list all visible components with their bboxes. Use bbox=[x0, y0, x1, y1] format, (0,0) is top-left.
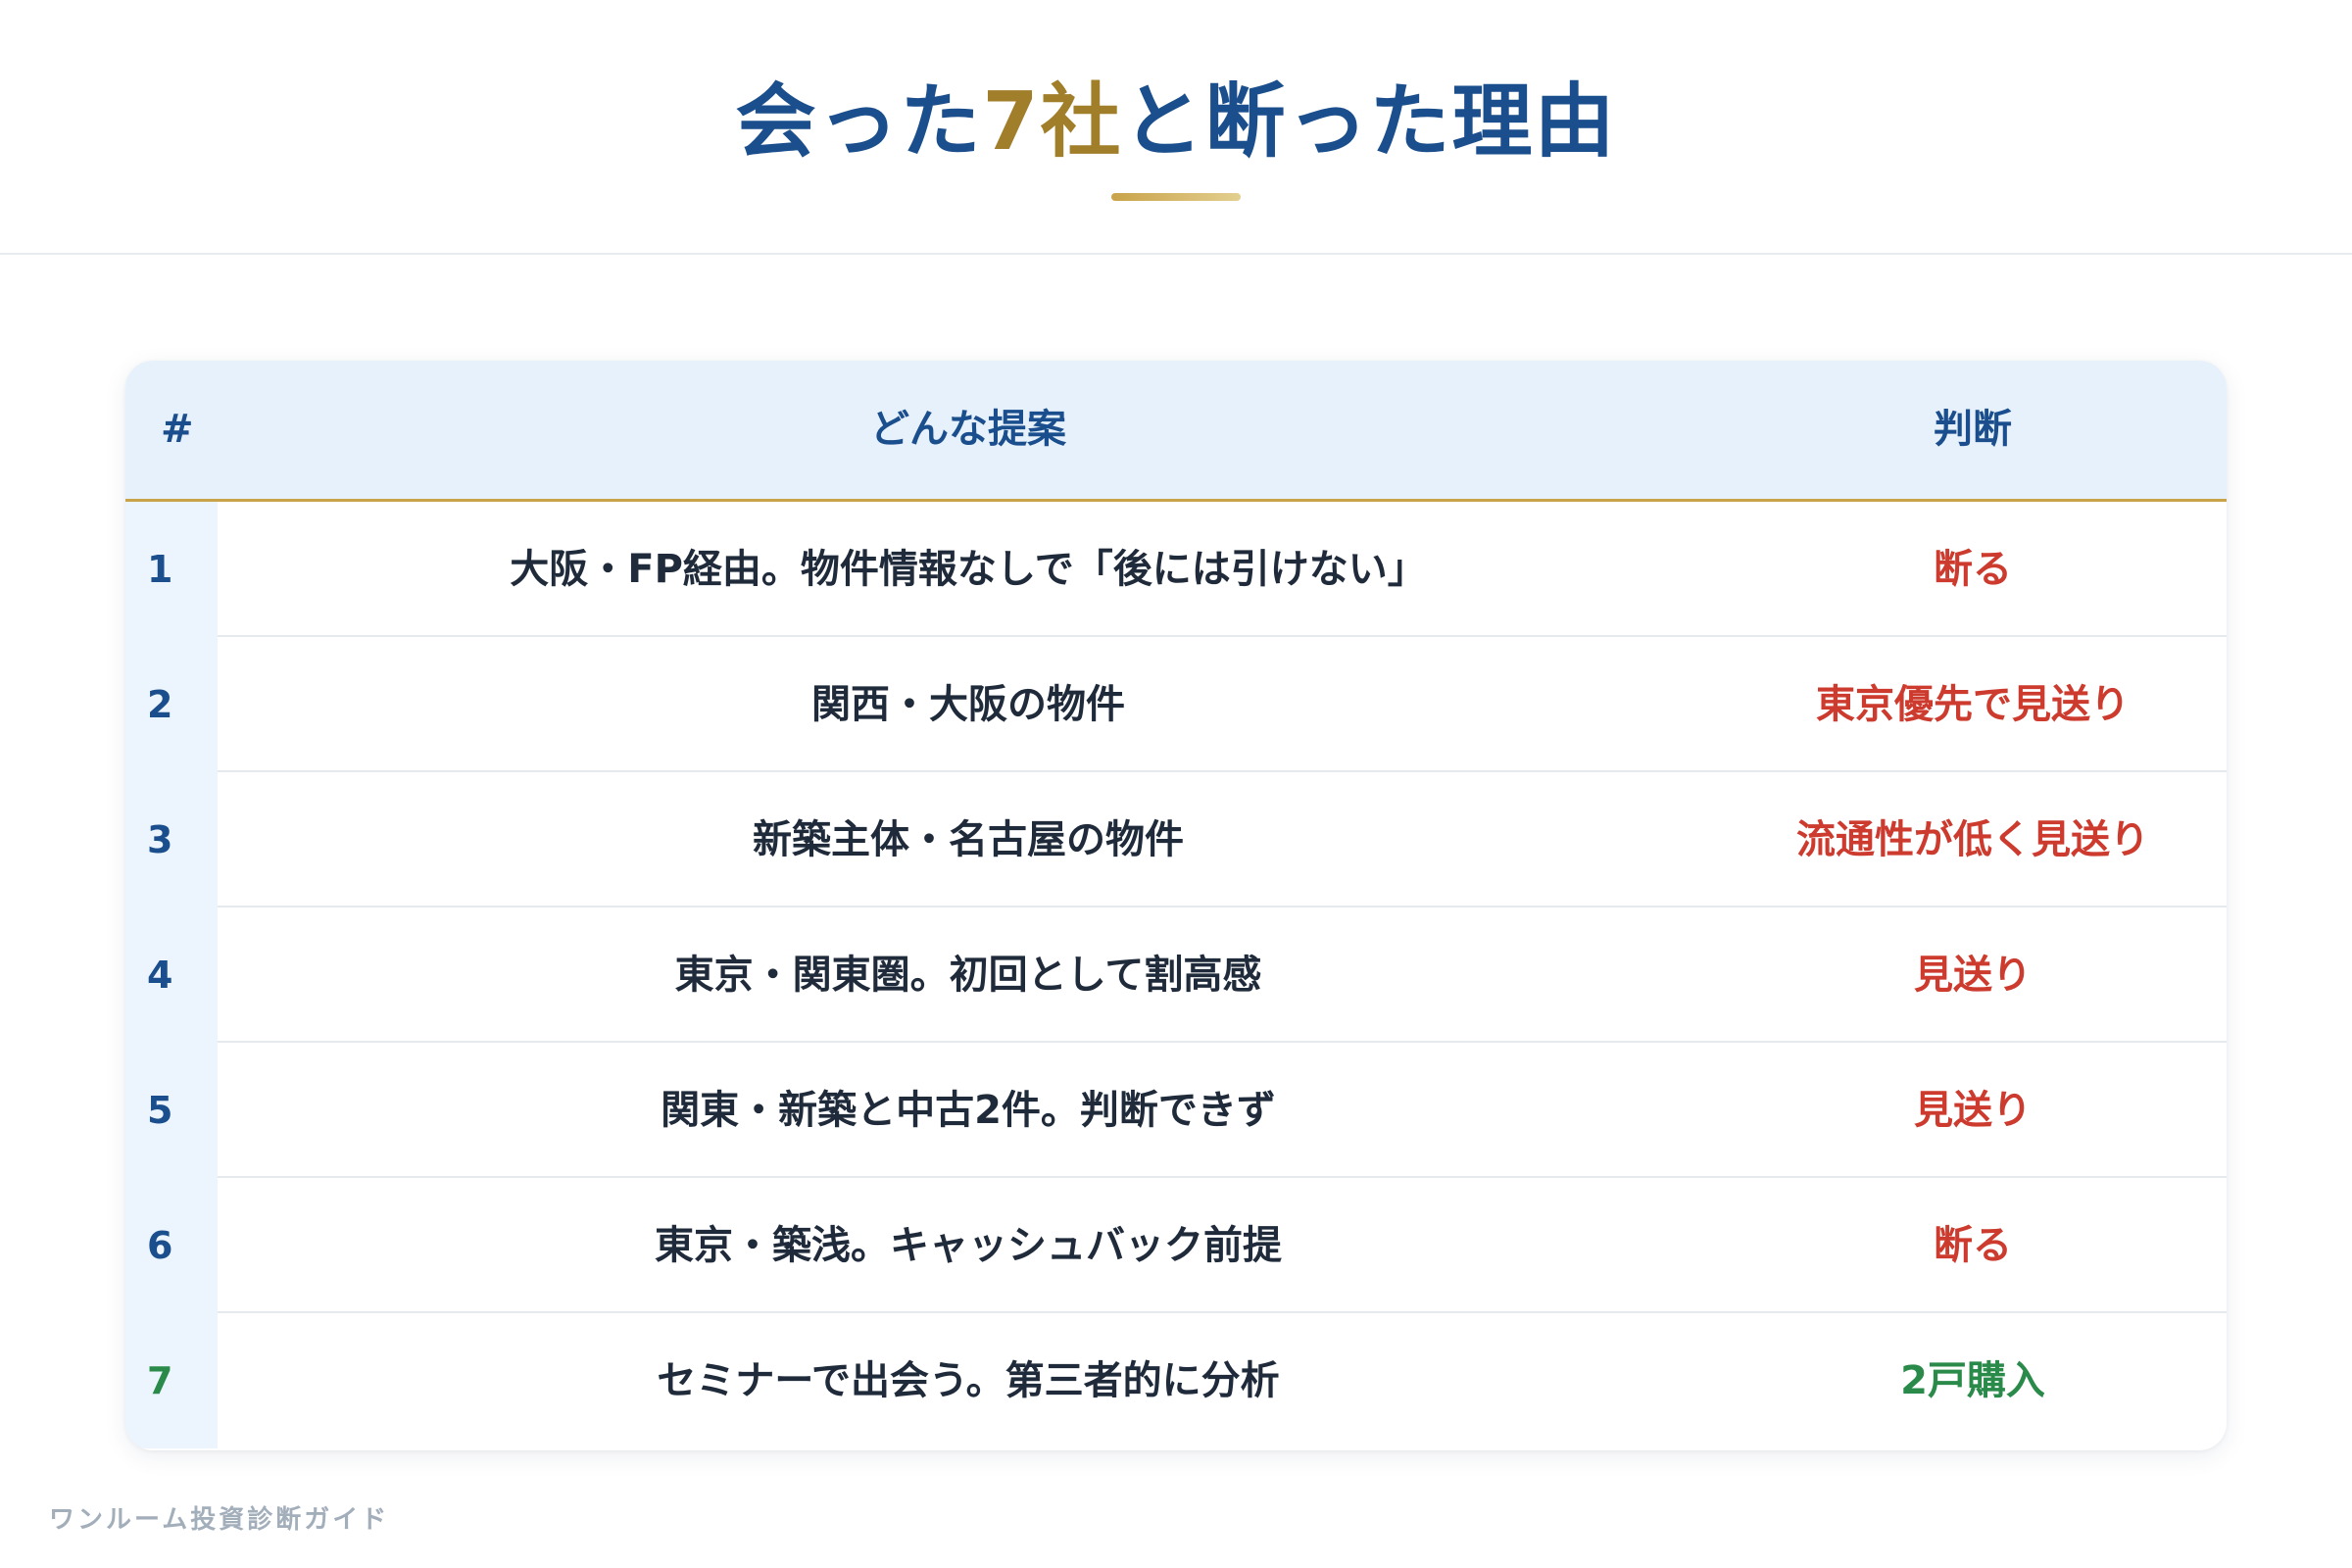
page-header: 会った7社と断った理由 bbox=[0, 0, 2352, 255]
page-title: 会った7社と断った理由 bbox=[0, 69, 2352, 176]
table-row: 6 東京・築浅。キャッシュバック前提 断る bbox=[125, 1178, 2227, 1313]
table-body: 1 大阪・FP経由。物件情報なしで「後には引けない」 断る 2 関西・大阪の物件… bbox=[125, 502, 2227, 1448]
column-header-judgment: 判断 bbox=[1934, 407, 2012, 452]
title-accent: 7社 bbox=[982, 75, 1123, 169]
row-number: 5 bbox=[125, 1043, 218, 1178]
row-judgment: 断る bbox=[1934, 1223, 2012, 1268]
row-judgment: 見送り bbox=[1914, 953, 2032, 998]
row-number: 1 bbox=[125, 502, 218, 637]
title-underline-decoration bbox=[1111, 193, 1241, 201]
table-header: # どんな提案 判断 bbox=[125, 361, 2227, 502]
table-row: 4 東京・関東圏。初回として割高感 見送り bbox=[125, 907, 2227, 1043]
footer-brand: ワンルーム投資診断ガイド bbox=[49, 1505, 390, 1535]
row-judgment: 流通性が低く見送り bbox=[1796, 817, 2149, 862]
row-proposal: セミナーで出会う。第三者的に分析 bbox=[657, 1358, 1280, 1403]
comparison-table: # どんな提案 判断 1 大阪・FP経由。物件情報なしで「後には引けない」 断る… bbox=[125, 361, 2227, 1450]
column-header-proposal: どんな提案 bbox=[870, 407, 1066, 452]
table-row: 3 新築主体・名古屋の物件 流通性が低く見送り bbox=[125, 772, 2227, 907]
row-judgment: 断る bbox=[1934, 547, 2012, 592]
row-judgment: 東京優先で見送り bbox=[1816, 682, 2130, 727]
table-row: 7 セミナーで出会う。第三者的に分析 2戸購入 bbox=[125, 1313, 2227, 1448]
row-proposal: 大阪・FP経由。物件情報なしで「後には引けない」 bbox=[510, 547, 1427, 592]
row-proposal: 関東・新築と中古2件。判断できず bbox=[661, 1088, 1276, 1133]
table-row: 1 大阪・FP経由。物件情報なしで「後には引けない」 断る bbox=[125, 502, 2227, 637]
table-row: 2 関西・大阪の物件 東京優先で見送り bbox=[125, 637, 2227, 772]
row-number: 6 bbox=[125, 1178, 218, 1313]
row-number: 4 bbox=[125, 907, 218, 1043]
row-judgment: 見送り bbox=[1914, 1088, 2032, 1133]
column-header-number: # bbox=[161, 407, 194, 452]
row-proposal: 新築主体・名古屋の物件 bbox=[753, 817, 1184, 862]
row-proposal: 関西・大阪の物件 bbox=[811, 682, 1125, 727]
row-judgment: 2戸購入 bbox=[1900, 1358, 2045, 1403]
title-part-1: 会った bbox=[735, 75, 983, 169]
row-proposal: 東京・築浅。キャッシュバック前提 bbox=[655, 1223, 1282, 1268]
row-proposal: 東京・関東圏。初回として割高感 bbox=[674, 953, 1262, 998]
row-number: 2 bbox=[125, 637, 218, 772]
row-number: 3 bbox=[125, 772, 218, 907]
row-number: 7 bbox=[125, 1313, 218, 1448]
title-part-2: と断った理由 bbox=[1122, 75, 1617, 169]
table-row: 5 関東・新築と中古2件。判断できず 見送り bbox=[125, 1043, 2227, 1178]
